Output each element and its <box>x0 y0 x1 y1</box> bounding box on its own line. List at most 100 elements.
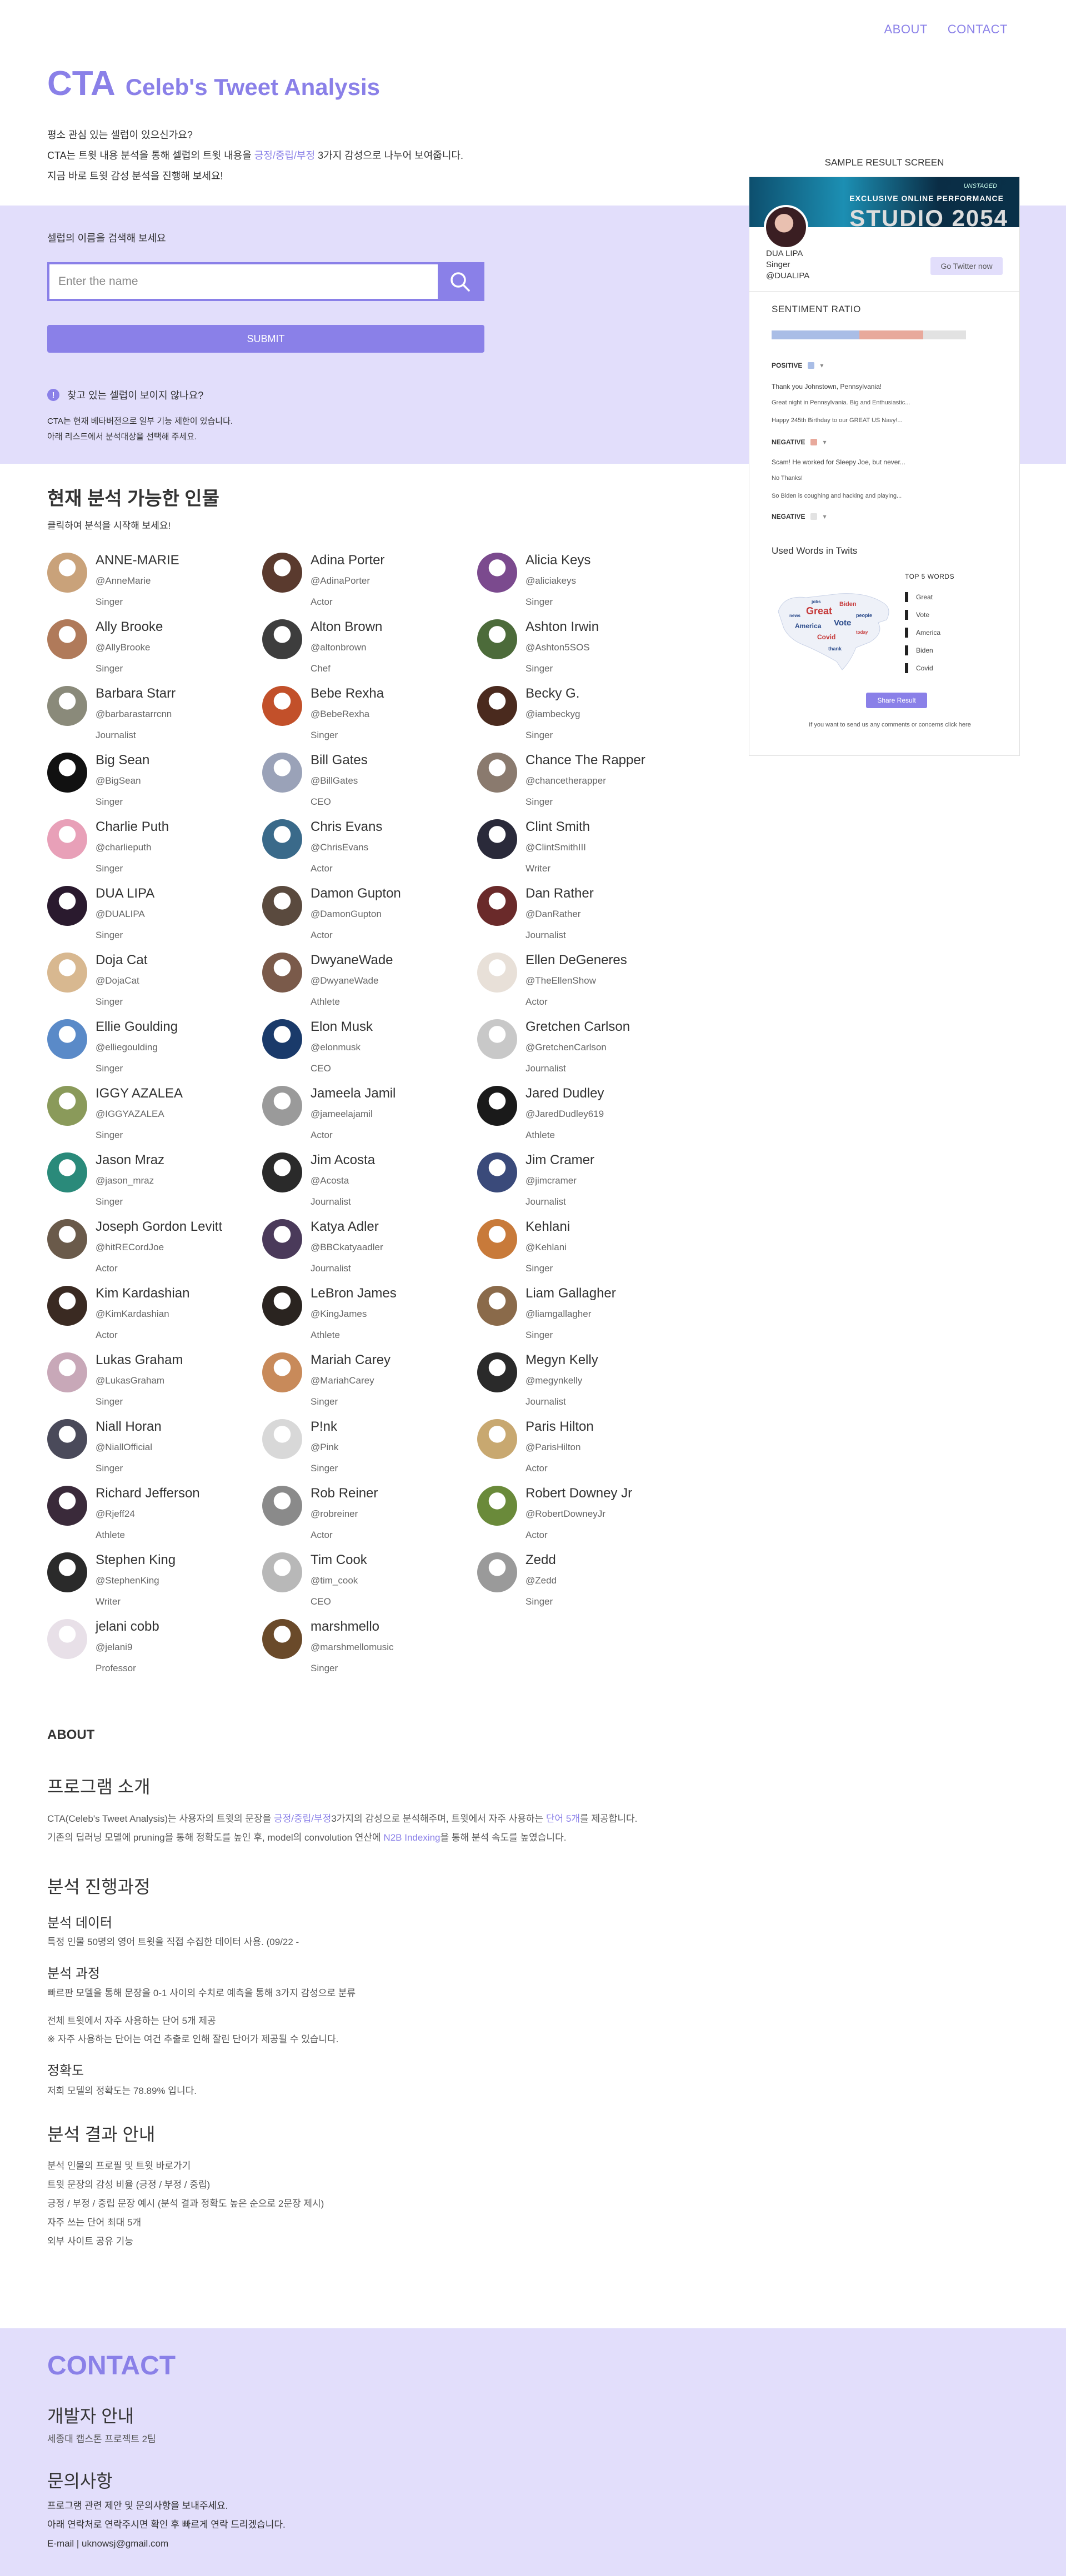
celebrity-card[interactable]: Paris Hilton @ParisHilton Actor <box>477 1419 692 1486</box>
celebrity-card[interactable]: Katya Adler @BBCkatyaadler Journalist <box>262 1219 477 1286</box>
celebrity-card[interactable]: DUA LIPA @DUALIPA Singer <box>47 886 262 953</box>
celebrity-card[interactable]: Adina Porter @AdinaPorter Actor <box>262 553 477 619</box>
celebrity-role: Singer <box>311 730 338 740</box>
celebrity-card[interactable]: Kehlani @Kehlani Singer <box>477 1219 692 1286</box>
avatar <box>262 686 302 726</box>
inquiry-text: 프로그램 관련 제안 및 문의사항을 보내주세요. 아래 연락처로 연락주시면 … <box>47 2497 286 2553</box>
celebrity-card[interactable]: Charlie Puth @charlieputh Singer <box>47 819 262 886</box>
avatar <box>262 953 302 993</box>
celebrity-card[interactable]: Jared Dudley @JaredDudley619 Athlete <box>477 1086 692 1152</box>
chevron-down-icon[interactable]: ▾ <box>823 513 826 520</box>
contact-email[interactable]: E-mail | uknowsj@gmail.com <box>47 2534 286 2553</box>
celebrity-card[interactable]: Damon Gupton @DamonGupton Actor <box>262 886 477 953</box>
procedure-text-2: 전체 트윗에서 자주 사용하는 단어 5개 제공 <box>47 2016 216 2026</box>
celebrity-handle: @DanRather <box>526 909 581 919</box>
celebrity-role: Singer <box>311 1663 338 1673</box>
celebrity-role: Singer <box>96 1463 123 1474</box>
celebrity-card[interactable]: Jameela Jamil @jameelajamil Actor <box>262 1086 477 1152</box>
avatar <box>477 1352 517 1392</box>
celebrity-card[interactable]: ANNE-MARIE @AnneMarie Singer <box>47 553 262 619</box>
chevron-down-icon[interactable]: ▾ <box>820 362 823 369</box>
celebrity-card[interactable]: Jim Acosta @Acosta Journalist <box>262 1152 477 1219</box>
celebrity-card[interactable]: LeBron James @KingJames Athlete <box>262 1286 477 1352</box>
celebrity-card[interactable]: jelani cobb @jelani9 Professor <box>47 1619 262 1686</box>
celebrity-card[interactable]: Barbara Starr @barbarastarrcnn Journalist <box>47 686 262 753</box>
banner-text-small: UNSTAGED <box>963 183 997 189</box>
celebrity-card[interactable]: DwyaneWade @DwyaneWade Athlete <box>262 953 477 1019</box>
celebrity-card[interactable]: Robert Downey Jr @RobertDowneyJr Actor <box>477 1486 692 1552</box>
celebrity-card[interactable]: Doja Cat @DojaCat Singer <box>47 953 262 1019</box>
avatar <box>262 619 302 659</box>
celebrity-card[interactable]: Kim Kardashian @KimKardashian Actor <box>47 1286 262 1352</box>
submit-button[interactable]: SUBMIT <box>47 325 484 353</box>
celebrity-card[interactable]: Zedd @Zedd Singer <box>477 1552 692 1619</box>
celebrity-card[interactable]: Bill Gates @BillGates CEO <box>262 753 477 819</box>
celebrity-handle: @marshmellomusic <box>311 1642 394 1652</box>
avatar <box>477 1486 517 1526</box>
neutral-header: NEGATIVE ▾ <box>772 513 826 520</box>
celebrity-card[interactable]: Becky G. @iambeckyg Singer <box>477 686 692 753</box>
svg-text:Great: Great <box>806 605 832 617</box>
celebrity-card[interactable]: Dan Rather @DanRather Journalist <box>477 886 692 953</box>
go-twitter-button[interactable]: Go Twitter now <box>930 257 1003 275</box>
celebrity-name: Ally Brooke <box>96 619 163 634</box>
celebrity-card[interactable]: Ellie Goulding @elliegoulding Singer <box>47 1019 262 1086</box>
chevron-down-icon[interactable]: ▾ <box>823 438 826 446</box>
search-button[interactable] <box>438 264 482 299</box>
banner-text-big: STUDIO 2054 <box>849 205 1008 227</box>
search-input[interactable] <box>49 264 438 299</box>
celebrity-name: Alton Brown <box>311 619 383 634</box>
celebrity-card[interactable]: Elon Musk @elonmusk CEO <box>262 1019 477 1086</box>
celebrity-card[interactable]: P!nk @Pink Singer <box>262 1419 477 1486</box>
missing-celeb-notice: ! 찾고 있는 셀럽이 보이지 않나요? <box>47 388 203 402</box>
share-note-link[interactable]: If you want to send us any comments or c… <box>805 720 975 729</box>
celebrity-card[interactable]: Lukas Graham @LukasGraham Singer <box>47 1352 262 1419</box>
celebrity-card[interactable]: Gretchen Carlson @GretchenCarlson Journali… <box>477 1019 692 1086</box>
celebrity-card[interactable]: Alton Brown @altonbrown Chef <box>262 619 477 686</box>
celebrity-card[interactable]: Rob Reiner @robreiner Actor <box>262 1486 477 1552</box>
celebrity-role: Singer <box>311 1396 338 1407</box>
celebrity-handle: @barbarastarrcnn <box>96 709 172 719</box>
celebrity-name: Katya Adler <box>311 1219 379 1234</box>
celebrity-name: Bebe Rexha <box>311 686 384 701</box>
celebrity-role: Singer <box>96 996 123 1007</box>
nav-about-link[interactable]: ABOUT <box>884 22 928 37</box>
share-result-button[interactable]: Share Result <box>866 693 927 708</box>
celebrity-card[interactable]: Mariah Carey @MariahCarey Singer <box>262 1352 477 1419</box>
celebrity-card[interactable]: Clint Smith @ClintSmithIII Writer <box>477 819 692 886</box>
celebrity-card[interactable]: Liam Gallagher @liamgallagher Singer <box>477 1286 692 1352</box>
celebrity-handle: @StephenKing <box>96 1575 159 1586</box>
avatar <box>262 553 302 593</box>
celebrity-role: Journalist <box>526 930 566 940</box>
celebrity-card[interactable]: Chris Evans @ChrisEvans Actor <box>262 819 477 886</box>
celebrity-card[interactable]: Joseph Gordon Levitt @hitRECordJoe Actor <box>47 1219 262 1286</box>
nav-contact-link[interactable]: CONTACT <box>948 22 1008 37</box>
celebrity-card[interactable]: Jim Cramer @jimcramer Journalist <box>477 1152 692 1219</box>
celebrity-name: Liam Gallagher <box>526 1286 616 1301</box>
celebrity-role: Actor <box>526 1530 548 1540</box>
celebrity-card[interactable]: Stephen King @StephenKing Writer <box>47 1552 262 1619</box>
celebrity-name: Bill Gates <box>311 753 368 768</box>
celebrity-card[interactable]: marshmello @marshmellomusic Singer <box>262 1619 477 1686</box>
celebrity-card[interactable]: IGGY AZALEA @IGGYAZALEA Singer <box>47 1086 262 1152</box>
celebrity-card[interactable]: Ellen DeGeneres @TheEllenShow Actor <box>477 953 692 1019</box>
procedure-text-3: ※ 자주 사용하는 단어는 여건 추출로 인해 잘린 단어가 제공될 수 있습니… <box>47 2034 339 2044</box>
celebrity-card[interactable]: Richard Jefferson @Rjeff24 Athlete <box>47 1486 262 1552</box>
celebrity-handle: @Rjeff24 <box>96 1508 135 1519</box>
celebrity-card[interactable]: Megyn Kelly @megynkelly Journalist <box>477 1352 692 1419</box>
celebrity-card[interactable]: Niall Horan @NiallOfficial Singer <box>47 1419 262 1486</box>
celebrity-card[interactable]: Chance The Rapper @chancetherapper Singer <box>477 753 692 819</box>
celebrity-handle: @jason_mraz <box>96 1175 154 1186</box>
celebrity-card[interactable]: Tim Cook @tim_cook CEO <box>262 1552 477 1619</box>
celebrity-name: LeBron James <box>311 1286 397 1301</box>
celebrity-card[interactable]: Bebe Rexha @BebeRexha Singer <box>262 686 477 753</box>
celebrity-card[interactable]: Alicia Keys @aliciakeys Singer <box>477 553 692 619</box>
banner-text-mid: EXCLUSIVE ONLINE PERFORMANCE <box>849 194 1004 203</box>
celebrity-card[interactable]: Ashton Irwin @Ashton5SOS Singer <box>477 619 692 686</box>
celebrity-card[interactable]: Ally Brooke @AllyBrooke Singer <box>47 619 262 686</box>
developer-title: 개발자 안내 <box>47 2406 134 2426</box>
celebrity-card[interactable]: Big Sean @BigSean Singer <box>47 753 262 819</box>
people-section-title: 현재 분석 가능한 인물 <box>47 488 219 509</box>
celebrity-card[interactable]: Jason Mraz @jason_mraz Singer <box>47 1152 262 1219</box>
celebrity-handle: @DamonGupton <box>311 909 382 919</box>
